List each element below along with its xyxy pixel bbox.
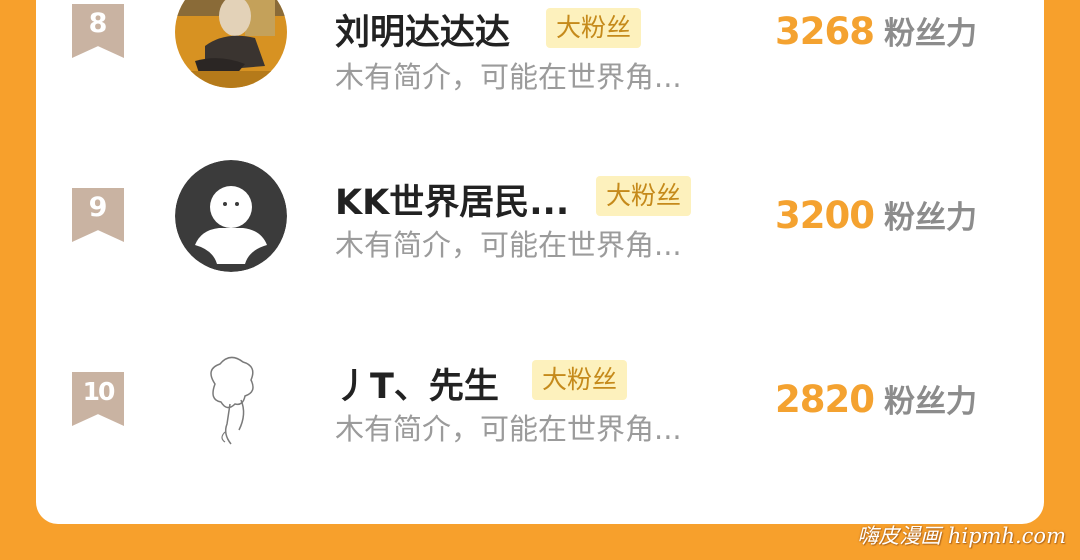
avatar[interactable] <box>175 344 287 456</box>
ranking-row[interactable]: 8 刘明达达达 大粉丝 木有简介，可能在世界角... 3268 粉丝力 <box>0 0 1080 136</box>
rank-ribbon: 9 <box>72 188 124 242</box>
score-value: 3268 <box>775 10 875 53</box>
ranking-row[interactable]: 9 KK世界居民... 大粉丝 木有简介，可能在世界角... 3200 粉丝力 <box>0 136 1080 320</box>
user-name[interactable]: KK世界居民... <box>335 174 569 225</box>
sketch-avatar <box>175 344 287 456</box>
fan-level-badge: 大粉丝 <box>546 8 642 48</box>
score-value: 2820 <box>775 378 875 421</box>
score-unit: 粉丝力 <box>883 16 977 52</box>
rank-ribbon: 8 <box>72 4 124 58</box>
ranking-row[interactable]: 10 丿T、先生 大粉丝 木有简介，可能在世界角... 2820 粉丝力 <box>0 320 1080 504</box>
avatar[interactable] <box>175 0 287 88</box>
fan-level-badge: 大粉丝 <box>532 360 628 400</box>
fan-level-badge: 大粉丝 <box>596 176 692 216</box>
user-name[interactable]: 刘明达达达 <box>335 4 510 55</box>
score-unit: 粉丝力 <box>883 200 977 236</box>
fan-power-score: 3268 粉丝力 <box>775 8 977 53</box>
avatar[interactable] <box>175 160 287 272</box>
score-value: 3200 <box>775 194 875 237</box>
user-name[interactable]: 丿T、先生 <box>335 358 499 409</box>
user-intro: 木有简介，可能在世界角... <box>335 228 682 262</box>
fan-power-score: 3200 粉丝力 <box>775 192 977 237</box>
default-avatar-icon <box>175 160 287 272</box>
photo-avatar <box>175 0 287 88</box>
user-intro: 木有简介，可能在世界角... <box>335 60 682 94</box>
site-watermark: 嗨皮漫画 hipmh.com <box>857 524 1066 548</box>
rank-ribbon: 10 <box>72 372 124 426</box>
user-intro: 木有简介，可能在世界角... <box>335 412 682 446</box>
score-unit: 粉丝力 <box>883 384 977 420</box>
fan-power-score: 2820 粉丝力 <box>775 376 977 421</box>
